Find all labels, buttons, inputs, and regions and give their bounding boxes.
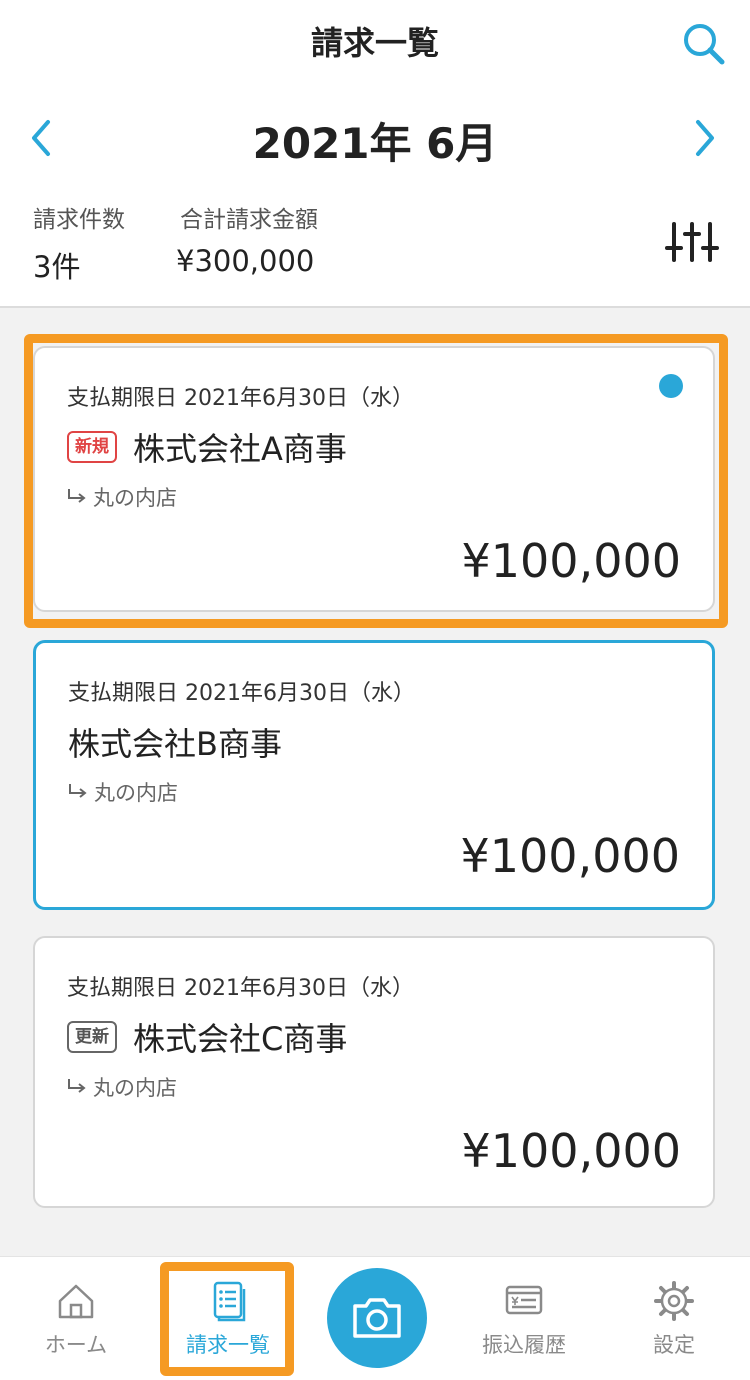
invoice-card-b[interactable]: 支払期限日 2021年6月30日（水） 株式会社B商事 丸の内店 ¥100,00… xyxy=(33,640,715,910)
tab-label: 設定 xyxy=(653,1333,695,1357)
home-icon xyxy=(58,1284,94,1319)
gear-icon xyxy=(654,1281,694,1321)
amount: ¥100,000 xyxy=(460,829,681,883)
branch-name: 丸の内店 xyxy=(93,486,177,510)
company-name: 株式会社C商事 xyxy=(133,1020,348,1058)
unread-dot xyxy=(659,374,683,398)
company-row: 新規 株式会社A商事 xyxy=(67,424,347,470)
branch-row: 丸の内店 xyxy=(65,482,177,512)
camera-icon xyxy=(353,1298,401,1338)
due-date: 支払期限日 2021年6月30日（水） xyxy=(68,681,415,706)
total-value: ¥300,000 xyxy=(176,244,315,278)
transfer-receipt-icon xyxy=(505,1285,543,1315)
document-list-icon xyxy=(213,1281,246,1322)
header: 請求一覧 2021年 6月 請求件数 3件 合計請求金額 ¥300,000 xyxy=(0,0,750,308)
amount: ¥100,000 xyxy=(461,534,682,588)
month-label: 2021年 6月 xyxy=(252,119,498,168)
tab-home[interactable]: ホーム xyxy=(16,1257,136,1380)
search-icon[interactable] xyxy=(680,20,728,68)
company-name: 株式会社B商事 xyxy=(68,725,282,763)
due-date: 支払期限日 2021年6月30日（水） xyxy=(67,976,414,1001)
company-row: 更新 株式会社C商事 xyxy=(67,1014,347,1060)
tab-invoices[interactable]: 請求一覧 xyxy=(168,1257,288,1380)
amount: ¥100,000 xyxy=(461,1124,682,1178)
tab-transfers[interactable]: 振込履歴 xyxy=(464,1257,584,1380)
invoice-card-a[interactable]: 支払期限日 2021年6月30日（水） 新規 株式会社A商事 丸の内店 ¥100… xyxy=(33,346,715,612)
new-badge: 新規 xyxy=(67,431,117,463)
subdirectory-arrow-icon xyxy=(69,784,87,798)
updated-badge: 更新 xyxy=(67,1021,117,1053)
subdirectory-arrow-icon xyxy=(68,1079,86,1093)
subdirectory-arrow-icon xyxy=(68,489,86,503)
count-label: 請求件数 xyxy=(33,207,125,233)
company-name: 株式会社A商事 xyxy=(133,430,347,468)
chevron-right-icon[interactable] xyxy=(690,116,720,160)
tab-label: ホーム xyxy=(44,1333,108,1357)
branch-row: 丸の内店 xyxy=(66,777,178,807)
count-value: 3件 xyxy=(33,250,81,284)
company-row: 株式会社B商事 xyxy=(68,719,282,765)
due-date: 支払期限日 2021年6月30日（水） xyxy=(67,386,414,411)
sliders-icon[interactable] xyxy=(664,218,720,266)
page-title: 請求一覧 xyxy=(310,24,439,62)
camera-button[interactable] xyxy=(327,1268,427,1368)
tab-label: 振込履歴 xyxy=(482,1333,566,1357)
branch-name: 丸の内店 xyxy=(93,1076,177,1100)
tab-label: 請求一覧 xyxy=(186,1333,270,1357)
branch-name: 丸の内店 xyxy=(94,781,178,805)
tab-settings[interactable]: 設定 xyxy=(614,1257,734,1380)
total-label: 合計請求金額 xyxy=(180,207,318,233)
invoice-card-c[interactable]: 支払期限日 2021年6月30日（水） 更新 株式会社C商事 丸の内店 ¥100… xyxy=(33,936,715,1208)
branch-row: 丸の内店 xyxy=(65,1072,177,1102)
